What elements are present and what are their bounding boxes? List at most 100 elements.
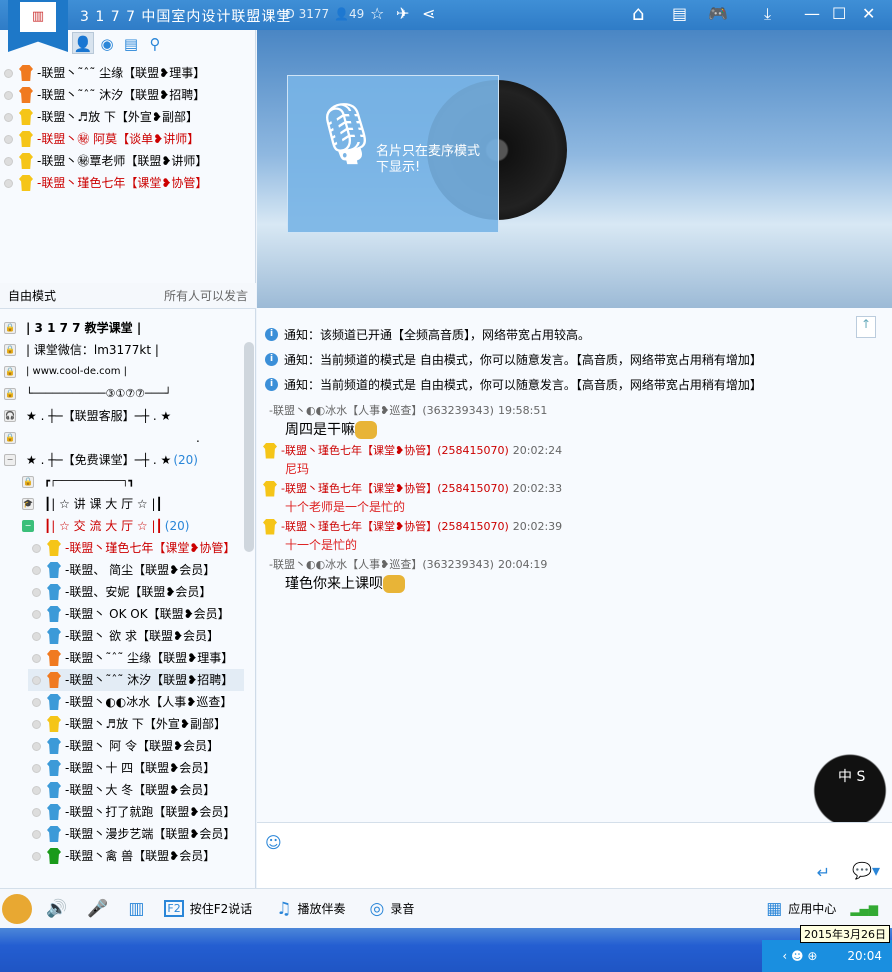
message-sender[interactable]: -联盟丶瑾色七年【课堂❥协管】 — [281, 441, 437, 460]
channel-dot[interactable]: 🔒. — [0, 427, 244, 449]
signal-icon: ▂▄▆ — [850, 901, 878, 916]
collapse-icon[interactable]: − — [4, 454, 16, 466]
user-row[interactable]: -联盟丶 阿 令【联盟❥会员】 — [28, 735, 244, 757]
user-row[interactable]: -联盟丶禽 兽【联盟❥会员】 — [28, 845, 244, 867]
message-sender[interactable]: -联盟丶瑾色七年【课堂❥协管】 — [281, 479, 437, 498]
close-icon[interactable]: ✕ — [862, 4, 875, 23]
user-role: 【课堂❥协管】 — [125, 176, 208, 190]
message-sender[interactable]: -联盟丶◐◐冰水【人事❥巡查】 — [269, 401, 422, 420]
user-row[interactable]: -联盟丶打了就跑 【联盟❥会员】 — [28, 801, 244, 823]
accompany-button[interactable]: ♫ 播放伴奏 — [276, 899, 345, 919]
avatar[interactable] — [2, 893, 32, 924]
channel-header-4[interactable]: 🔒 └───────────③①⑦⑦───┘ — [0, 383, 244, 405]
user-name: -联盟丶㊙覃老师 — [37, 154, 126, 168]
user-row[interactable]: -联盟、安妮 【联盟❥会员】 — [28, 581, 244, 603]
user-row[interactable]: -联盟丶十 四【联盟❥会员】 — [28, 757, 244, 779]
location-icon[interactable]: ◉ — [96, 33, 118, 55]
plane-icon[interactable]: ✈ — [396, 4, 409, 23]
message-uid: (258415070) — [437, 482, 509, 495]
user-row[interactable]: -联盟丶 欲 求【联盟❥会员】 — [28, 625, 244, 647]
online-count: 👤49 — [334, 7, 365, 21]
clock[interactable]: 20:04 — [847, 949, 882, 963]
tree-scrollbar[interactable] — [244, 342, 254, 552]
role-shirt-icon — [47, 694, 61, 710]
tray-icons[interactable]: ‹ ☻ ⊕ — [782, 949, 817, 963]
download-icon[interactable]: ⤓ — [764, 4, 771, 24]
ptt-button[interactable]: F2 按住F2说话 — [164, 900, 252, 917]
user-name: -联盟丶˜ˆ˜ 尘缘 — [37, 66, 124, 80]
channel-header-2[interactable]: 🔒 | 课堂微信：lm3177kt | — [0, 339, 244, 361]
sub-channel-top[interactable]: 🔒 ┏┌───────────┐┓ — [0, 471, 244, 493]
role-shirt-icon — [263, 442, 277, 459]
message-sender[interactable]: -联盟丶瑾色七年【课堂❥协管】 — [281, 517, 437, 536]
status-dot — [32, 807, 41, 817]
app-center-button[interactable]: ▦ 应用中心 — [766, 899, 836, 919]
user-role: 【联盟❥会员】 — [133, 761, 216, 775]
collapse-icon[interactable]: − — [22, 520, 34, 532]
user-row[interactable]: -联盟丶 OK OK 【联盟❥会员】 — [28, 603, 244, 625]
channel-service[interactable]: 🎧 ★ . ┼─【联盟客服】─┼ . ★ — [0, 405, 244, 427]
user-row[interactable]: -联盟丶˜ˆ˜ 尘缘 【联盟❥理事】 — [28, 647, 244, 669]
message-uid: (363239343) — [422, 404, 494, 417]
notes-icon[interactable]: ▤ — [672, 4, 687, 23]
user-row[interactable]: -联盟丶瑾色七年 【课堂❥协管】 — [28, 537, 244, 559]
message-time: 20:02:24 — [512, 444, 563, 457]
user-row[interactable]: -联盟丶˜ˆ˜ 尘缘 【联盟❥理事】 — [4, 62, 254, 84]
sub-channel-lecture[interactable]: 🎓 ┃| ☆ 讲 课 大 厅 ☆ |┃ — [0, 493, 244, 515]
message-sender[interactable]: -联盟丶◐◐冰水【人事❥巡查】 — [269, 555, 422, 574]
role-shirt-icon — [47, 540, 61, 556]
chat-bubble-icon[interactable]: 💬▾ — [852, 861, 880, 880]
message-input[interactable]: ☺ ↵ 💬▾ — [257, 822, 892, 888]
user-role: 【谈单❥讲师】 — [117, 132, 200, 146]
user-row[interactable]: -联盟丶漫步艺端 【联盟❥会员】 — [28, 823, 244, 845]
mic-button[interactable]: 🎤 — [87, 899, 114, 919]
list-icon[interactable]: ▤ — [120, 33, 142, 55]
user-role: 【外宣❥副部】 — [115, 110, 198, 124]
speaker-button[interactable]: 🔊 — [46, 899, 73, 919]
user-role: 【联盟❥会员】 — [147, 607, 230, 621]
message-body: 十一个是忙的 — [257, 536, 892, 555]
user-row[interactable]: -联盟丶◐◐冰水 【人事❥巡查】 — [28, 691, 244, 713]
channel-header-1[interactable]: 🔒 | 3 1 7 7 教学课堂 | — [0, 317, 244, 339]
info-icon: i — [265, 378, 278, 391]
record-button[interactable]: ◎ 录音 — [370, 899, 415, 919]
lock-icon: 🔒 — [22, 476, 34, 488]
user-row[interactable]: -联盟丶瑾色七年 【课堂❥协管】 — [4, 172, 254, 194]
channel-free[interactable]: − ★ . ┼─【免费课堂】─┼ . ★ (20) — [0, 449, 244, 471]
star-icon[interactable]: ☆ — [370, 4, 384, 23]
user-row[interactable]: -联盟丶㊙ 阿莫 【谈单❥讲师】 — [4, 128, 254, 150]
user-row[interactable]: -联盟丶˜ˆ˜ 沐汐 【联盟❥招聘】 — [4, 84, 254, 106]
mixer-button[interactable]: ▥ — [128, 899, 150, 919]
user-icon[interactable]: 👤 — [72, 32, 94, 54]
user-row[interactable]: -联盟丶㊙覃老师 【联盟❥讲师】 — [4, 150, 254, 172]
notice: i 通知：当前频道的模式是 自由模式，你可以随意发言。【高音质，网络带宽占用稍有增… — [257, 372, 892, 397]
info-icon: i — [265, 353, 278, 366]
user-role: 【联盟❥会员】 — [153, 805, 236, 819]
user-row[interactable]: -联盟、 简尘 【联盟❥会员】 — [28, 559, 244, 581]
role-shirt-icon — [19, 175, 33, 191]
user-row[interactable]: -联盟丶♬放 下【外宣❥副部】 — [28, 713, 244, 735]
user-row[interactable]: -联盟丶♬放 下【外宣❥副部】 — [4, 106, 254, 128]
message-text: 周四是干嘛 — [285, 422, 355, 438]
minimize-icon[interactable]: — — [804, 4, 820, 23]
emoji-icon[interactable]: ☺ — [265, 833, 282, 852]
channel-label: | www.cool-de.com | — [26, 366, 128, 377]
bottom-toolbar: 🔊 🎤 ▥ F2 按住F2说话 ♫ 播放伴奏 ◎ 录音 ▦ 应用中心 ▂▄▆ — [0, 888, 892, 928]
message-header: -联盟丶瑾色七年【课堂❥协管】 (258415070) 20:02:33 — [257, 479, 892, 498]
gamepad-icon[interactable]: 🎮 — [708, 4, 728, 23]
channel-header-3[interactable]: 🔒 | www.cool-de.com | — [0, 361, 244, 383]
search-icon[interactable]: ⚲ — [144, 33, 166, 55]
mode-bar: 自由模式 所有人可以发言 — [0, 283, 256, 309]
sub-channel-exchange[interactable]: − ┃| ☆ 交 流 大 厅 ☆ |┃ (20) — [0, 515, 244, 537]
user-role: 【联盟❥会员】 — [133, 563, 216, 577]
share-icon[interactable]: ⋖ — [422, 4, 435, 23]
user-name: -联盟丶大 冬 — [65, 783, 134, 797]
user-row[interactable]: -联盟丶大 冬【联盟❥会员】 — [28, 779, 244, 801]
user-row[interactable]: -联盟丶˜ˆ˜ 沐汐 【联盟❥招聘】 — [28, 669, 244, 691]
user-role: 【联盟❥理事】 — [151, 651, 234, 665]
send-icon[interactable]: ↵ — [817, 863, 830, 882]
scroll-top-icon[interactable]: ↑ — [856, 316, 876, 338]
maximize-icon[interactable]: ☐ — [832, 4, 846, 23]
left-panel: 👤 ◉ ▤ ⚲ -联盟丶˜ˆ˜ 尘缘 【联盟❥理事】 -联盟丶˜ˆ˜ 沐汐 【联盟❥招聘】 -… — [0, 30, 256, 888]
home-icon[interactable]: ⌂ — [632, 1, 645, 25]
